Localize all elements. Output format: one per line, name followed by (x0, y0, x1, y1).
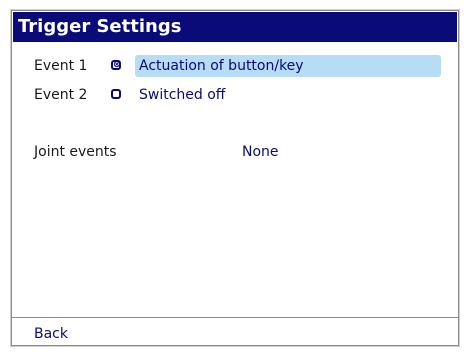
event-row-1[interactable]: Event 1 ⊗ Actuation of button/key (12, 55, 458, 77)
joint-events-value[interactable]: None (242, 144, 279, 160)
event-label: Event 2 (34, 87, 88, 103)
joint-events-label: Joint events (34, 144, 117, 160)
footer-divider (12, 317, 458, 318)
event-2-value[interactable]: Switched off (135, 84, 225, 106)
event-2-checkbox-icon[interactable] (111, 89, 121, 99)
event-label: Event 1 (34, 58, 88, 74)
event-1-value[interactable]: Actuation of button/key (135, 55, 441, 77)
window-title: Trigger Settings (13, 12, 457, 42)
settings-window: Trigger Settings Event 1 ⊗ Actuation of … (11, 10, 459, 346)
event-1-checkbox-icon[interactable]: ⊗ (111, 60, 121, 70)
back-button[interactable]: Back (34, 326, 68, 342)
event-row-2[interactable]: Event 2 Switched off (12, 84, 458, 106)
